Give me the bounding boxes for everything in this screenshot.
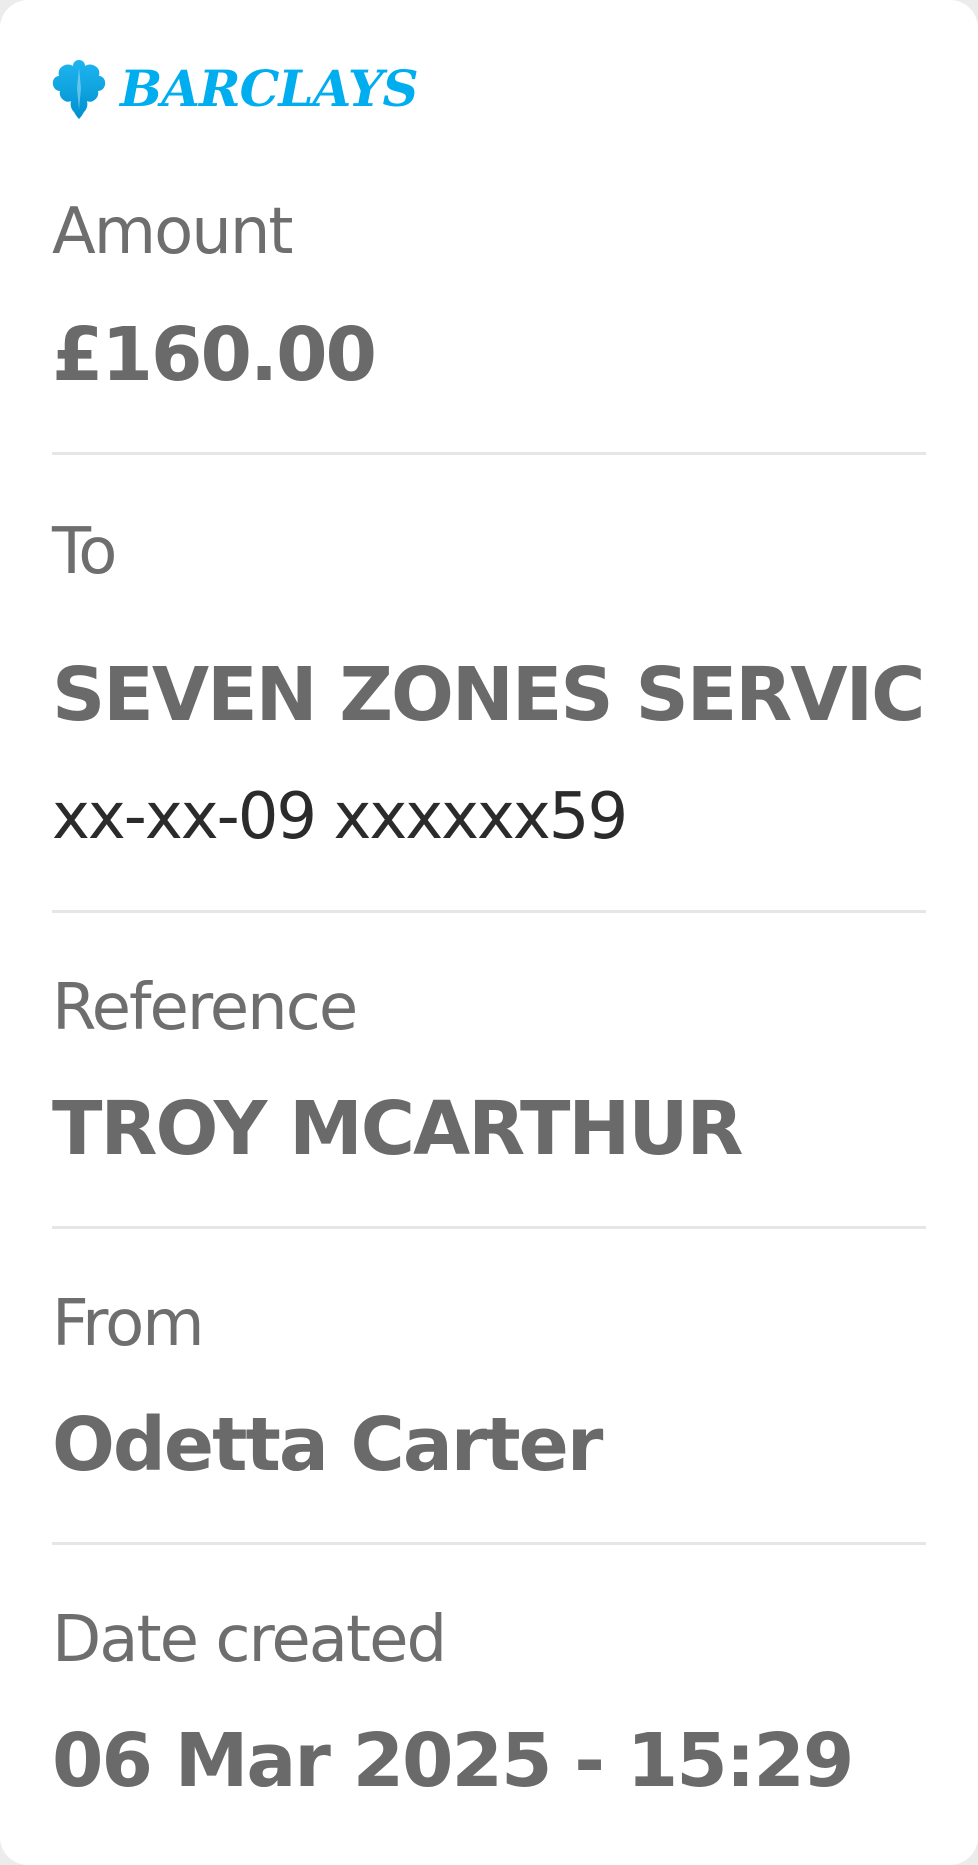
divider bbox=[52, 910, 926, 913]
brand-name: BARCLAYS bbox=[120, 59, 419, 118]
reference-value: TROY MCARTHUR bbox=[52, 1086, 743, 1172]
divider bbox=[52, 1542, 926, 1545]
payee-account-number: xx-xx-09 xxxxxx59 bbox=[52, 780, 628, 854]
divider bbox=[52, 452, 926, 455]
divider bbox=[52, 1226, 926, 1229]
date-created-value: 06 Mar 2025 - 15:29 bbox=[52, 1718, 854, 1804]
payee-name: SEVEN ZONES SERVIC bbox=[52, 652, 925, 738]
amount-value: £160.00 bbox=[52, 312, 377, 398]
eagle-icon bbox=[52, 60, 106, 119]
reference-label: Reference bbox=[52, 971, 358, 1045]
from-label: From bbox=[52, 1287, 205, 1361]
from-value: Odetta Carter bbox=[52, 1402, 603, 1488]
payment-details-card: BARCLAYS Amount £160.00 To SEVEN ZONES S… bbox=[0, 0, 978, 1865]
to-label: To bbox=[52, 515, 117, 589]
amount-label: Amount bbox=[52, 195, 293, 269]
barclays-logo: BARCLAYS bbox=[50, 56, 419, 122]
date-created-label: Date created bbox=[52, 1603, 447, 1677]
